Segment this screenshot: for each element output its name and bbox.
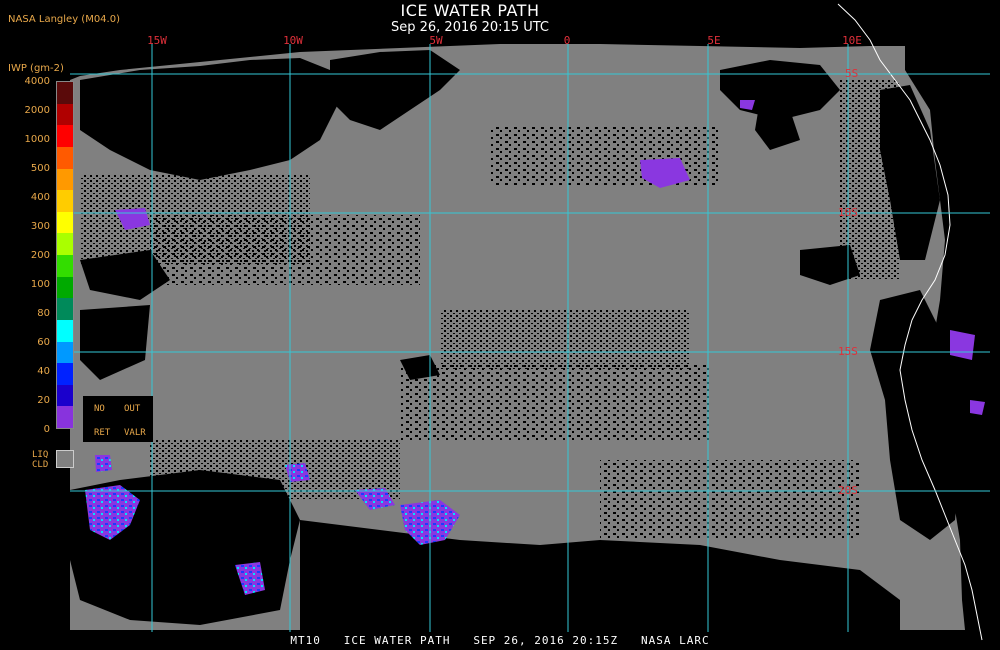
color-scale-segment <box>57 363 73 385</box>
longitude-label: 5E <box>707 34 721 47</box>
color-scale-segment <box>57 406 73 428</box>
longitude-label: 10E <box>842 34 862 47</box>
no-label: NO <box>94 404 105 414</box>
longitude-label: 5W <box>429 34 443 47</box>
legend-tick-label: 60 <box>37 337 50 348</box>
color-scale-segment <box>57 168 73 191</box>
color-scale-segment <box>57 384 73 407</box>
legend-tick-label: 40 <box>37 366 50 377</box>
longitude-label: 0 <box>563 34 571 47</box>
color-scale-bar <box>56 81 74 429</box>
legend-tick-label: 100 <box>30 279 50 290</box>
valr-label: VALR <box>124 428 146 438</box>
footer-caption: MT10 ICE WATER PATH SEP 26, 2016 20:15Z … <box>290 634 710 647</box>
color-scale-segment <box>57 82 73 104</box>
legend-tick-label: 1000 <box>24 134 50 145</box>
color-scale-segment <box>57 298 73 320</box>
color-scale-segment <box>57 319 73 342</box>
no-retrieval-box: NO OUT RET VALR <box>83 396 153 442</box>
color-scale-segment <box>57 255 73 277</box>
legend-tick-label: 400 <box>30 192 50 203</box>
out-label: OUT <box>124 404 141 414</box>
ret-label: RET <box>94 428 111 438</box>
color-scale-segment <box>57 276 73 299</box>
color-scale-segment <box>57 103 73 126</box>
color-scale-segment <box>57 146 73 169</box>
liq-label: LIQ <box>32 450 49 460</box>
legend-tick-label: 20 <box>37 395 50 406</box>
cld-label: CLD <box>32 460 49 470</box>
legend-tick-label: 200 <box>30 250 50 261</box>
longitude-label: 10W <box>283 34 303 47</box>
legend-tick-label: 2000 <box>24 105 50 116</box>
legend-tick-label: 0 <box>43 424 50 435</box>
legend-tick-label: 500 <box>30 163 50 174</box>
legend-tick-label: 80 <box>37 308 50 319</box>
map-title: ICE WATER PATH <box>400 1 540 20</box>
color-scale-segment <box>57 233 73 255</box>
latitude-label: 15S <box>838 345 858 358</box>
color-scale-segment <box>57 211 73 234</box>
latitude-label: 20S <box>838 484 858 497</box>
legend-title: IWP (gm-2) <box>8 63 64 74</box>
liquid-cloud-swatch <box>56 450 74 468</box>
legend-tick-label: 4000 <box>24 76 50 87</box>
color-scale-segment <box>57 190 73 212</box>
legend-tick-label: 300 <box>30 221 50 232</box>
map-timestamp: Sep 26, 2016 20:15 UTC <box>390 20 550 35</box>
latitude-label: 10S <box>838 206 858 219</box>
longitude-label: 15W <box>147 34 167 47</box>
satellite-map <box>70 3 990 641</box>
color-scale-segment <box>57 125 73 147</box>
latitude-label: 5S <box>845 67 859 80</box>
color-scale-segment <box>57 341 73 364</box>
provider-label: NASA Langley (M04.0) <box>8 14 120 25</box>
